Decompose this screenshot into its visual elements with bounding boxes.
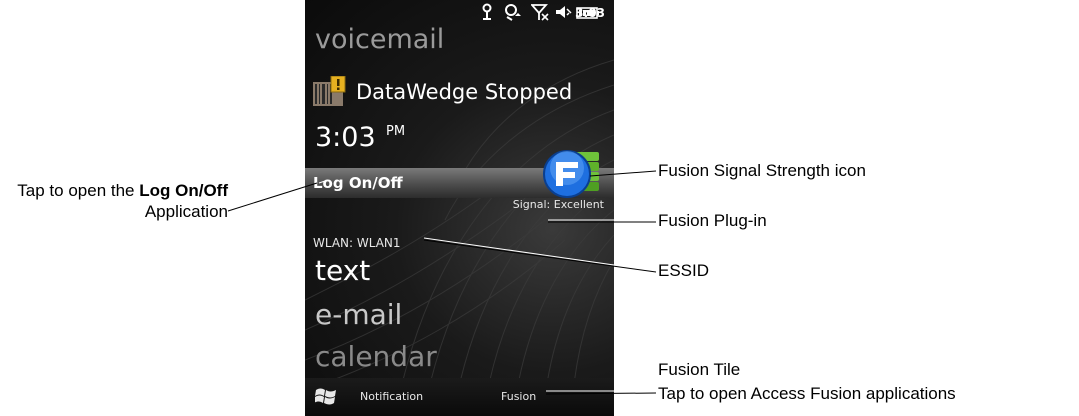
logon-label: Log On/Off xyxy=(313,174,403,192)
no-signal-icon xyxy=(531,4,549,21)
fusion-signal-strength-icon[interactable] xyxy=(541,148,603,200)
status-bar: 3:03 xyxy=(305,0,614,26)
notification-softkey[interactable]: Notification xyxy=(360,390,423,403)
callout-logon-prefix: Tap to open the xyxy=(17,181,140,200)
signal-status: Signal: Excellent xyxy=(512,198,604,211)
callout-plugin: Fusion Plug-in xyxy=(658,211,767,230)
phone-screen: 3:03 voicemail DataWedge Stopped 3:03 PM… xyxy=(305,0,614,416)
callout-logon: Tap to open the Log On/Off Application xyxy=(6,180,228,222)
callout-tile-title: Fusion Tile xyxy=(658,360,741,379)
voicemail-tile[interactable]: voicemail xyxy=(315,24,444,55)
bottom-bar: Notification Fusion xyxy=(305,378,614,416)
calendar-tile[interactable]: calendar xyxy=(315,340,437,373)
fusion-softkey[interactable]: Fusion xyxy=(501,390,536,403)
callout-logon-suffix: Application xyxy=(144,202,228,221)
status-time: 3:03 xyxy=(575,6,605,20)
clock-time: 3:03 xyxy=(315,122,376,153)
sync-icon xyxy=(505,4,521,21)
email-tile[interactable]: e-mail xyxy=(315,298,402,331)
leader-logon xyxy=(227,182,318,212)
callout-logon-bold: Log On/Off xyxy=(139,181,228,200)
callout-tile-desc: Tap to open Access Fusion applications xyxy=(658,384,956,403)
location-icon xyxy=(482,3,492,20)
clock-ampm: PM xyxy=(386,124,406,139)
volume-muted-icon xyxy=(556,6,572,18)
wlan-essid: WLAN: WLAN1 xyxy=(313,236,401,250)
datawedge-label: DataWedge Stopped xyxy=(356,80,573,104)
callout-essid: ESSID xyxy=(658,261,710,280)
windows-start-icon[interactable] xyxy=(315,387,337,407)
callout-signal-icon: Fusion Signal Strength icon xyxy=(658,161,866,180)
barcode-warning-icon xyxy=(313,76,346,106)
text-tile[interactable]: text xyxy=(315,254,370,287)
